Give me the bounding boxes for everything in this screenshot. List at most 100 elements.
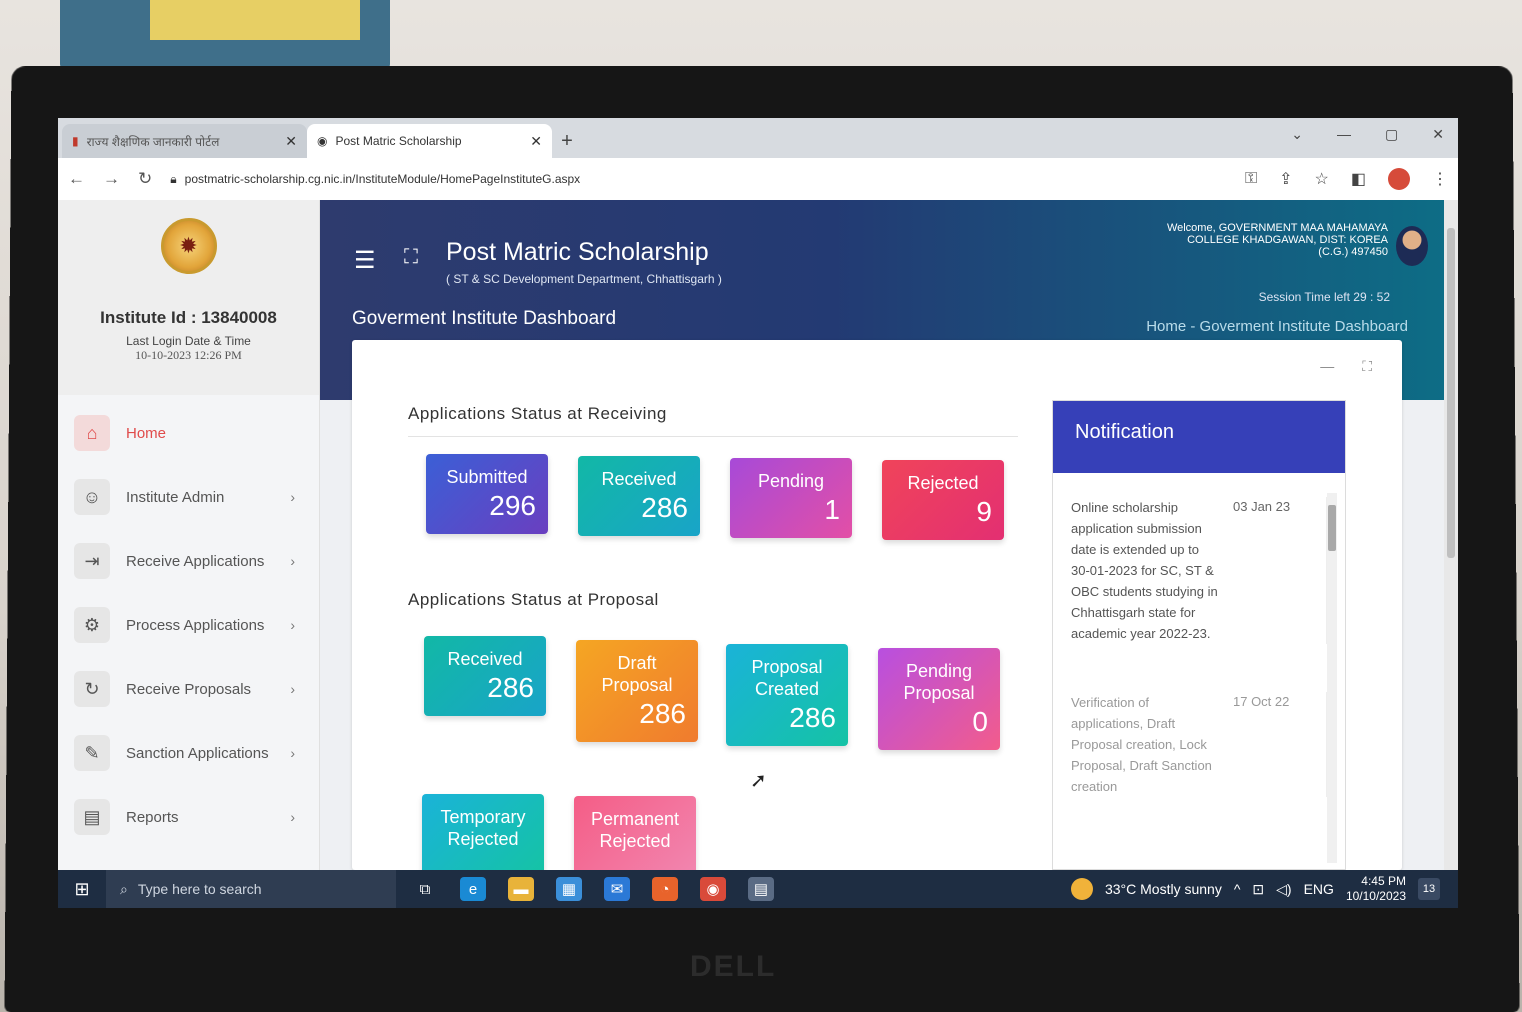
tile-value: 286	[487, 672, 534, 703]
menu-dots-icon[interactable]: ⋮	[1432, 169, 1448, 189]
globe-icon: ◉	[317, 134, 328, 148]
sidebar-item-label: Sanction Applications	[126, 744, 269, 762]
chevron-right-icon: ›	[290, 489, 295, 505]
sidebar-item-receive-proposals[interactable]: ↻ Receive Proposals ›	[58, 657, 319, 721]
tile-received[interactable]: Received 286	[578, 456, 700, 536]
sidebar-item-institute-admin[interactable]: ☺ Institute Admin ›	[58, 465, 319, 529]
network-icon[interactable]: ⊡	[1252, 881, 1264, 898]
card-tools: — ⛶	[1320, 358, 1372, 375]
last-login-value: 10-10-2023 12:26 PM	[135, 348, 242, 362]
notification-scrollbar[interactable]	[1327, 493, 1337, 863]
tile-pending-proposal[interactable]: Pending Proposal 0	[878, 648, 1000, 750]
chevron-down-icon[interactable]: ⌄	[1291, 126, 1303, 143]
sidebar-item-label: Receive Proposals	[126, 680, 252, 698]
collapse-icon[interactable]: —	[1320, 358, 1334, 375]
tile-value: 9	[976, 496, 992, 527]
maximize-icon[interactable]: ▢	[1385, 126, 1398, 143]
tile-label: Pending	[757, 471, 825, 491]
sidebar-item-reports[interactable]: ▤ Reports ›	[58, 785, 319, 849]
tile-value: 1	[824, 494, 840, 525]
minimize-icon[interactable]: —	[1337, 126, 1351, 143]
weather-text[interactable]: 33°C Mostly sunny	[1105, 881, 1222, 897]
sidebar-item-sanction-applications[interactable]: ✎ Sanction Applications ›	[58, 721, 319, 785]
tile-label: Temporary Rejected	[440, 807, 526, 849]
tile-proposal-received[interactable]: Received 286	[424, 636, 546, 716]
page-scrollbar[interactable]	[1444, 200, 1458, 870]
search-icon: ⌕	[120, 880, 128, 897]
store-icon[interactable]: ▦	[556, 877, 582, 901]
last-login-label: Last Login Date & Time	[126, 334, 251, 348]
sidepanel-icon[interactable]: ◧	[1351, 169, 1366, 189]
taskbar-apps: ⧉ e ▬ ▦ ✉ ◔ ◉ ▤	[396, 877, 774, 901]
institute-id: Institute Id : 13840008	[100, 308, 277, 327]
firefox-icon[interactable]: ◔	[652, 877, 678, 901]
close-icon[interactable]: ✕	[285, 133, 297, 150]
new-tab-button[interactable]: +	[552, 126, 582, 156]
url-field[interactable]: 🔒︎ postmatric-scholarship.cg.nic.in/Inst…	[170, 172, 1227, 187]
tab-favicon-icon: ▮	[72, 134, 79, 148]
breadcrumb-separator: -	[1190, 318, 1196, 335]
tile-label: Received	[601, 469, 677, 489]
sidebar-item-process-applications[interactable]: ⚙ Process Applications ›	[58, 593, 319, 657]
task-view-icon[interactable]: ⧉	[412, 877, 438, 901]
file-explorer-icon[interactable]: ▬	[508, 877, 534, 901]
lock-icon: 🔒︎	[170, 171, 177, 186]
notepad-icon[interactable]: ▤	[748, 877, 774, 901]
maximize-icon[interactable]: ⛶	[1362, 358, 1372, 375]
key-icon[interactable]: ⚿	[1245, 170, 1257, 188]
mail-icon[interactable]: ✉	[604, 877, 630, 901]
chevron-right-icon: ›	[290, 617, 295, 633]
back-icon[interactable]: ←	[68, 169, 85, 189]
share-icon[interactable]: ⇪	[1279, 169, 1292, 189]
tile-temporary-rejected[interactable]: Temporary Rejected	[422, 794, 544, 874]
tile-rejected[interactable]: Rejected 9	[882, 460, 1004, 540]
profile-avatar[interactable]	[1388, 168, 1410, 190]
tab-title: Post Matric Scholarship	[335, 134, 462, 148]
document-icon: ▤	[74, 799, 110, 835]
breadcrumb-home-link[interactable]: Home	[1146, 318, 1186, 335]
sidebar-item-receive-applications[interactable]: ⇥ Receive Applications ›	[58, 529, 319, 593]
browser-tab[interactable]: ▮ राज्य शैक्षणिक जानकारी पोर्टल ✕	[62, 124, 307, 158]
welcome-text: Welcome, GOVERNMENT MAA MAHAMAYA COLLEGE…	[1166, 222, 1388, 258]
chrome-icon[interactable]: ◉	[700, 877, 726, 901]
close-icon[interactable]: ✕	[530, 133, 542, 150]
tab-title: राज्य शैक्षणिक जानकारी पोर्टल	[86, 134, 220, 149]
close-window-icon[interactable]: ✕	[1432, 126, 1444, 143]
tile-submitted[interactable]: Submitted 296	[426, 454, 548, 534]
fullscreen-icon[interactable]: ⛶	[404, 246, 418, 269]
notification-count: 13	[1422, 883, 1436, 895]
reload-icon[interactable]: ↻	[138, 169, 152, 189]
tile-permanent-rejected[interactable]: Permanent Rejected	[574, 796, 696, 876]
tile-pending[interactable]: Pending 1	[730, 458, 852, 538]
notification-text: Online scholarship application submissio…	[1071, 500, 1218, 641]
tile-draft-proposal[interactable]: Draft Proposal 286	[576, 640, 698, 742]
edge-icon[interactable]: e	[460, 877, 486, 901]
tile-value: 0	[972, 706, 988, 737]
volume-icon[interactable]: ◁)	[1276, 881, 1291, 898]
forward-icon[interactable]: →	[103, 169, 120, 189]
clock-time: 4:45 PM	[1361, 874, 1406, 888]
state-emblem-logo: ✹	[160, 218, 217, 274]
refresh-icon: ↻	[74, 671, 110, 707]
avatar[interactable]	[1396, 226, 1428, 266]
notification-panel: Notification Online scholarship applicat…	[1052, 400, 1346, 870]
clock[interactable]: 4:45 PM 10/10/2023	[1346, 874, 1406, 904]
taskbar-search[interactable]: ⌕ Type here to search	[106, 870, 396, 908]
chevron-right-icon: ›	[290, 745, 295, 761]
chevron-right-icon: ›	[290, 553, 295, 569]
notification-center-icon[interactable]: 13	[1418, 878, 1440, 900]
hamburger-menu-icon[interactable]: ☰	[354, 246, 376, 275]
scrollbar-thumb[interactable]	[1328, 505, 1336, 551]
sidebar-item-home[interactable]: ⌂ Home	[58, 401, 319, 465]
url-text: postmatric-scholarship.cg.nic.in/Institu…	[184, 172, 581, 186]
settings-icon: ⚙	[74, 607, 110, 643]
language-indicator[interactable]: ENG	[1304, 881, 1334, 897]
chevron-right-icon: ›	[290, 809, 295, 825]
star-icon[interactable]: ☆	[1315, 169, 1329, 189]
tile-label: Proposal Created	[751, 657, 823, 699]
tile-proposal-created[interactable]: Proposal Created 286	[726, 644, 848, 746]
scrollbar-thumb[interactable]	[1447, 228, 1455, 558]
windows-start-icon[interactable]: ⊞	[58, 879, 106, 900]
chevron-up-icon[interactable]: ^	[1234, 881, 1241, 897]
browser-tab-active[interactable]: ◉ Post Matric Scholarship ✕	[307, 124, 552, 158]
